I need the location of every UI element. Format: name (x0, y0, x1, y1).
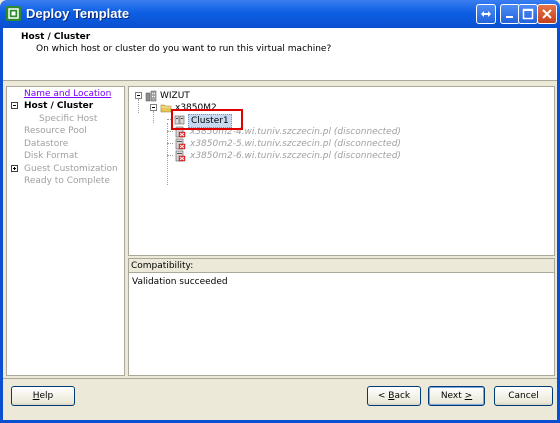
help-mnemonic: H (32, 391, 40, 401)
collapse-icon[interactable] (150, 104, 157, 111)
tree-node-host[interactable]: x3850m2-6.wi.tuniv.szczecin.pl (disconne… (190, 150, 401, 162)
back-button[interactable]: < Back (367, 386, 421, 406)
step-disk-format: Disk Format (24, 151, 78, 161)
back-label: < (377, 391, 389, 401)
tree-connector (167, 143, 173, 144)
tree-connector (167, 123, 168, 185)
page-subtitle: On which host or cluster do you want to … (36, 44, 332, 54)
datacenter-icon (145, 90, 157, 102)
close-button[interactable] (537, 4, 557, 24)
vsphere-app-icon (6, 6, 21, 21)
compatibility-panel: Compatibility: Validation succeeded (128, 258, 555, 376)
tree-connector (138, 99, 139, 113)
back-label-rest: ack (394, 391, 411, 401)
window-title: Deploy Template (26, 6, 130, 21)
step-ready-to-complete: Ready to Complete (24, 176, 111, 186)
compatibility-message: Validation succeeded (132, 277, 228, 287)
help-label-rest: elp (39, 391, 54, 401)
arrows-icon (481, 11, 491, 17)
highlight-box (171, 109, 243, 130)
cancel-button[interactable]: Cancel (494, 386, 553, 406)
title-bar: Deploy Template (0, 0, 560, 28)
tree-connector (167, 155, 173, 156)
restore-icon-button[interactable] (476, 4, 496, 24)
help-button[interactable]: Help (11, 386, 75, 406)
next-button[interactable]: Next > (428, 386, 485, 406)
tree-node-datacenter[interactable]: WIZUT (160, 90, 190, 102)
divider (3, 378, 557, 379)
host-disconnected-icon (175, 138, 186, 150)
wizard-window: Host / Cluster On which host or cluster … (0, 28, 560, 423)
collapse-icon[interactable] (11, 102, 18, 109)
step-specific-host: Specific Host (39, 114, 98, 124)
step-datastore: Datastore (24, 139, 69, 149)
step-guest-customization: Guest Customization (24, 164, 118, 174)
step-host-cluster: Host / Cluster (24, 101, 94, 111)
minimize-button[interactable] (500, 4, 520, 24)
page-title: Host / Cluster (21, 32, 91, 42)
collapse-icon[interactable] (135, 92, 142, 99)
step-name-and-location[interactable]: Name and Location (24, 88, 111, 100)
close-icon (542, 9, 552, 19)
step-resource-pool: Resource Pool (24, 126, 87, 136)
host-disconnected-icon (175, 150, 186, 162)
next-mnemonic: > (464, 391, 473, 401)
tree-connector (153, 111, 154, 123)
wizard-header: Host / Cluster On which host or cluster … (3, 28, 557, 81)
minimize-icon (506, 16, 513, 18)
compatibility-heading: Compatibility: (129, 259, 554, 273)
maximize-button[interactable] (518, 4, 538, 24)
expand-icon[interactable] (11, 165, 18, 172)
next-label: Next (440, 391, 465, 401)
maximize-icon (522, 8, 534, 20)
wizard-steps-panel: Name and Location Host / Cluster Specifi… (6, 86, 125, 376)
tree-connector (167, 131, 173, 132)
tree-node-host[interactable]: x3850m2-5.wi.tuniv.szczecin.pl (disconne… (190, 138, 401, 150)
